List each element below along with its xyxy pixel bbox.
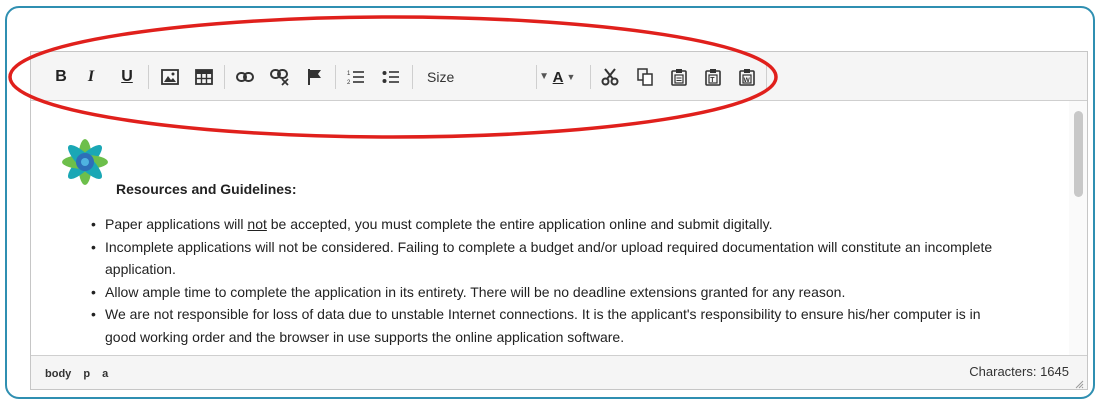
font-color-button[interactable]: A ▼ <box>546 66 582 88</box>
anchor-flag-icon[interactable] <box>304 66 326 88</box>
bullet-text: be accepted, you must complete the entir… <box>266 216 773 232</box>
resize-grip-icon[interactable] <box>1074 376 1084 389</box>
font-size-select[interactable]: Size ▼ <box>427 66 551 88</box>
list-item: Paper applications will not be accepted,… <box>91 213 1011 236</box>
path-item-body[interactable]: body <box>45 368 71 380</box>
link-icon[interactable] <box>234 66 256 88</box>
character-count: Characters: 1645 <box>969 364 1069 379</box>
guidelines-list: Paper applications will not be accepted,… <box>91 213 1011 348</box>
toolbar-separator <box>412 65 413 89</box>
bulleted-list-icon[interactable] <box>380 66 402 88</box>
toolbar-separator <box>766 65 767 89</box>
bullet-text: We are not responsible for loss of data … <box>105 306 981 345</box>
underline-button[interactable]: U <box>119 66 135 88</box>
bold-button[interactable]: B <box>53 66 69 88</box>
toolbar-separator <box>224 65 225 89</box>
svg-text:1: 1 <box>347 71 351 77</box>
list-item: Incomplete applications will not be cons… <box>91 236 1011 281</box>
font-color-icon: A <box>552 68 564 86</box>
element-path: body p a <box>45 368 117 380</box>
editor-toolbar: B I U 12 Size ▼ A ▼ T W <box>31 52 1087 101</box>
svg-text:T: T <box>710 77 715 84</box>
path-item-p[interactable]: p <box>83 368 90 380</box>
rich-text-editor: B I U 12 Size ▼ A ▼ T W Resources and Gu… <box>30 51 1088 390</box>
bullet-text: Allow ample time to complete the applica… <box>105 283 846 300</box>
unlink-icon[interactable] <box>269 66 291 88</box>
editor-content-area[interactable]: Resources and Guidelines: Paper applicat… <box>31 101 1069 355</box>
numbered-list-icon[interactable]: 12 <box>345 66 367 88</box>
paste-word-icon[interactable]: W <box>736 66 758 88</box>
toolbar-separator <box>335 65 336 89</box>
bullet-emphasis: not <box>247 216 267 232</box>
paste-icon[interactable] <box>668 66 690 88</box>
toolbar-separator <box>590 65 591 89</box>
bullet-text: Paper applications will <box>105 216 248 232</box>
section-heading: Resources and Guidelines: <box>116 181 297 197</box>
paste-text-icon[interactable]: T <box>702 66 724 88</box>
toolbar-separator <box>148 65 149 89</box>
image-icon[interactable] <box>159 66 181 88</box>
cut-icon[interactable] <box>599 66 621 88</box>
bullet-text: Incomplete applications will not be cons… <box>105 238 993 278</box>
font-size-label: Size <box>427 69 455 85</box>
svg-text:2: 2 <box>347 80 351 85</box>
chevron-down-icon: ▼ <box>566 72 576 82</box>
toolbar-separator <box>536 65 537 89</box>
path-item-a[interactable]: a <box>102 368 108 380</box>
star-flower-logo-icon <box>59 136 111 193</box>
copy-icon[interactable] <box>634 66 656 88</box>
table-icon[interactable] <box>193 66 215 88</box>
list-item: We are not responsible for loss of data … <box>91 303 1011 348</box>
editor-status-bar: body p a Characters: 1645 <box>31 355 1087 389</box>
scrollbar-thumb[interactable] <box>1074 111 1083 197</box>
list-item: Allow ample time to complete the applica… <box>91 281 1011 304</box>
vertical-scrollbar[interactable] <box>1069 101 1087 355</box>
svg-text:W: W <box>744 77 751 84</box>
italic-button[interactable]: I <box>83 66 99 88</box>
